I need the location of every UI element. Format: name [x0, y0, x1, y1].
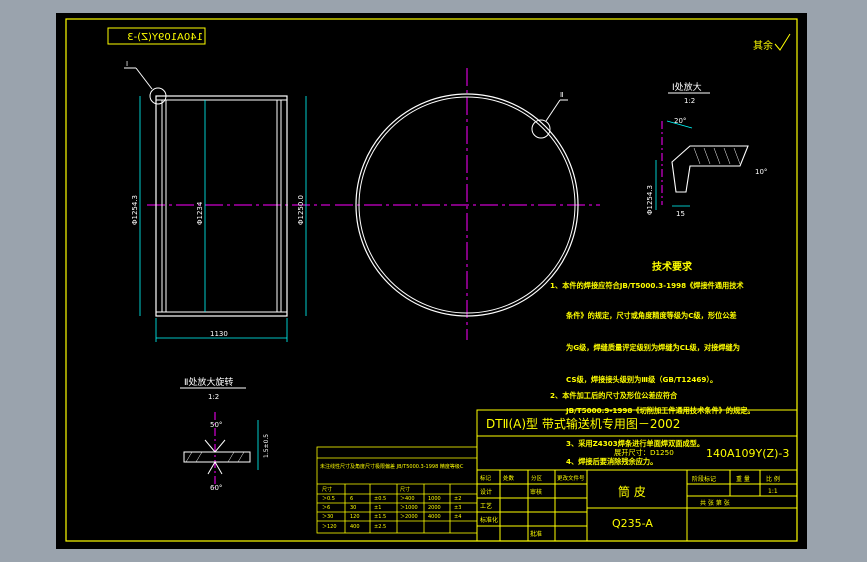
svg-text:±2: ±2 [454, 496, 461, 502]
stage-mark-label: 阶段标记 [692, 475, 716, 483]
dim-length: 1130 [210, 330, 228, 338]
svg-text:±2.5: ±2.5 [374, 524, 386, 530]
weight-label: 重 量 [736, 475, 750, 483]
svg-text:＞0.5: ＞0.5 [322, 496, 335, 502]
tech-line-5: 2、本件加工后的尺寸及形位公差应符合 [550, 391, 678, 400]
scale-value: 1:1 [768, 488, 778, 495]
svg-text:＞6: ＞6 [322, 505, 330, 511]
detail-ii-title: Ⅱ处放大旋转 [184, 376, 233, 388]
tech-line-8: 4、焊接后要消除残余应力。 [566, 457, 657, 466]
svg-text:±1.5: ±1.5 [374, 514, 386, 520]
tech-line-7: 3、采用Z4303焊条进行单面焊双面成型。 [566, 439, 704, 448]
svg-text:＞2000: ＞2000 [400, 514, 418, 520]
detail-i-angle-2: 10° [755, 168, 767, 176]
tech-line-3: 为G级，焊缝质量评定级别为焊缝为CL级，对接焊缝为 [566, 343, 740, 352]
svg-text:＞400: ＞400 [400, 496, 415, 502]
dim-bore: Φ1254.3 [131, 195, 139, 225]
dim-inner: Φ1234 [196, 201, 204, 225]
svg-text:分区: 分区 [531, 474, 543, 482]
detail-ii-angle-bottom: 60° [210, 484, 222, 492]
sheet-label: 共 张 第 张 [700, 499, 730, 507]
detail-i-scale: 1:2 [684, 97, 695, 105]
cad-drawing: 140A109Y(Z)-3 其余 Φ1254.3 Φ1234 Φ1250.0 1… [56, 13, 807, 549]
svg-text:±0.5: ±0.5 [374, 496, 386, 502]
svg-text:±3: ±3 [454, 505, 461, 511]
tolerance-title: 未注线性尺寸及角度尺寸极限偏差 JB/T5000.3-1998 精度等级C [320, 463, 464, 470]
scale-label: 比 例 [766, 475, 780, 483]
svg-text:工艺: 工艺 [480, 502, 492, 510]
corner-note: 其余 [753, 39, 773, 52]
svg-text:标记: 标记 [480, 474, 492, 482]
drawing-number: 140A109Y(Z)-3 [706, 447, 789, 460]
svg-text:尺寸: 尺寸 [400, 486, 410, 493]
part-name: 筒 皮 [618, 484, 646, 499]
svg-text:±1: ±1 [374, 505, 381, 511]
svg-text:1000: 1000 [428, 496, 441, 502]
tech-title: 技术要求 [652, 260, 693, 273]
svg-text:30: 30 [350, 505, 356, 511]
svg-text:＞120: ＞120 [322, 524, 337, 530]
mirrored-drawing-number: 140A109Y(Z)-3 [127, 32, 203, 43]
tech-line-2: 条件》的规定，尺寸或角度精度等级为C级，形位公差 [566, 311, 737, 320]
svg-text:±4: ±4 [454, 514, 461, 520]
detail-i-angle: 20° [674, 117, 686, 125]
dim-outer: Φ1250.0 [297, 195, 305, 225]
tech-extra: 展开尺寸：D1250 [614, 448, 674, 457]
tech-line-1: 1、本件的焊接应符合JB/T5000.3-1998《焊接件通用技术 [550, 281, 744, 290]
svg-text:120: 120 [350, 514, 360, 520]
svg-text:＞1000: ＞1000 [400, 505, 418, 511]
svg-text:尺寸: 尺寸 [322, 486, 332, 493]
callout-label-i: Ⅰ [126, 60, 128, 68]
svg-text:4000: 4000 [428, 514, 441, 520]
detail-ii-angle-top: 50° [210, 421, 222, 429]
detail-ii-scale: 1:2 [208, 393, 219, 401]
svg-text:处数: 处数 [503, 474, 515, 482]
svg-text:批准: 批准 [530, 530, 542, 538]
title-header: DTⅡ(A)型 带式输送机专用图－2002 [486, 416, 680, 431]
svg-text:标准化: 标准化 [480, 516, 498, 524]
svg-text:设计: 设计 [480, 488, 492, 496]
svg-text:审核: 审核 [530, 488, 542, 496]
material: Q235-A [612, 517, 653, 530]
detail-i-dia: Φ1254.3 [646, 185, 654, 215]
svg-text:＞30: ＞30 [322, 514, 333, 520]
detail-i-title: Ⅰ处放大 [672, 81, 702, 93]
svg-text:更改文件号: 更改文件号 [557, 474, 585, 482]
svg-text:6: 6 [350, 496, 353, 502]
svg-text:2000: 2000 [428, 505, 441, 511]
svg-text:400: 400 [350, 524, 360, 530]
detail-ii-note: 1.5±0.5 [263, 434, 270, 458]
callout-label-ii: Ⅱ [560, 91, 563, 99]
tech-line-4: CS级，焊接接头级别为Ⅲ级（GB/T12469）。 [566, 375, 717, 384]
detail-i-width: 15 [676, 210, 685, 218]
